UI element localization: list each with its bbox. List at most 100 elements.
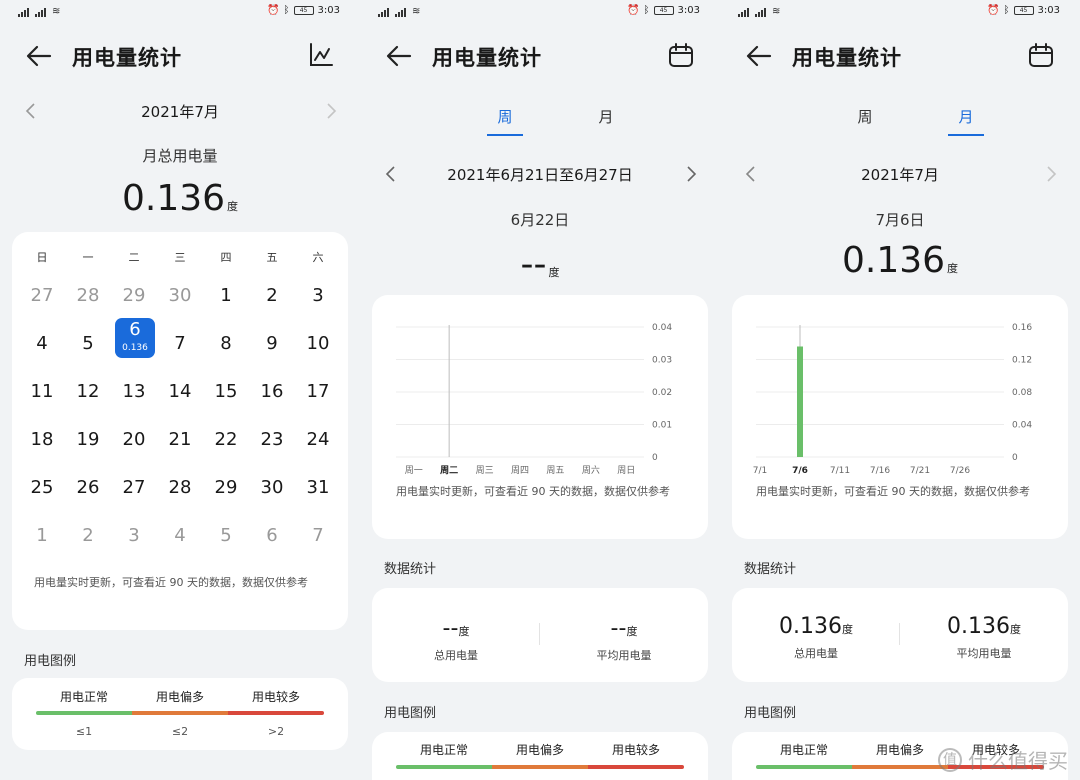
weekly-usage-chart[interactable]: 0 0.01 0.02 0.03 0.04 周一 周二 周三 周四 周五 周六 周日 (372, 295, 708, 485)
calendar-day: 2 (82, 525, 94, 546)
monthly-usage-chart[interactable]: 0 0.04 0.08 0.12 0.16 7/1 7/6 7/11 7/16 7/21 7/26 (732, 295, 1068, 485)
unit-label: 度 (626, 625, 638, 638)
weekday-header: 日一二三四五六 (19, 249, 348, 265)
chart-icon[interactable] (308, 42, 334, 68)
calendar-day[interactable]: 8 (203, 324, 249, 364)
calendar-day[interactable]: 1 (203, 276, 249, 316)
back-arrow-icon[interactable] (386, 44, 412, 68)
alarm-icon: ⏰ (987, 5, 1000, 16)
selected-day-highlight[interactable]: 6 0.136 (115, 318, 155, 358)
calendar-day[interactable]: 2 (249, 276, 295, 316)
calendar-day[interactable]: 13 (111, 372, 157, 412)
legend-swatch-high (852, 765, 948, 769)
page-title: 用电量统计 (432, 46, 542, 70)
calendar-day[interactable]: 23 (249, 420, 295, 460)
unit-label: 度 (1009, 623, 1021, 636)
calendar-day[interactable]: 31 (295, 468, 341, 508)
panel-monthly-view: ≋ ⏰ ᛒ 45 3:03 用电量统计 周 月 2021年7月 7月6日 0.1… (720, 0, 1080, 780)
bluetooth-icon: ᛒ (283, 5, 290, 16)
legend-label-high: 用电偏多 (155, 690, 204, 704)
stats-title: 数据统计 (744, 562, 797, 577)
calendar-day[interactable]: 30 (249, 468, 295, 508)
tab-month[interactable]: 月 (936, 106, 996, 136)
calendar-day[interactable]: 28 (157, 468, 203, 508)
calendar-day[interactable]: 24 (295, 420, 341, 460)
legend-card: 用电正常 用电偏多 用电较多 (372, 732, 708, 780)
y-tick-label: 0.04 (1012, 421, 1032, 431)
stats-row: --度 总用电量 --度 平均用电量 (372, 616, 708, 663)
calendar-day[interactable]: 11 (19, 372, 65, 412)
calendar-day[interactable]: 18 (19, 420, 65, 460)
month-label: 2021年7月 (141, 103, 219, 121)
calendar-icon[interactable] (668, 42, 694, 68)
data-note: 用电量实时更新，可查看近 90 天的数据，数据仅供参考 (756, 485, 1030, 498)
selected-day-usage: 0.136 (122, 343, 148, 353)
calendar-day[interactable]: 10 (295, 324, 341, 364)
calendar-icon[interactable] (1028, 42, 1054, 68)
calendar-day[interactable]: 22 (203, 420, 249, 460)
calendar-day[interactable]: 21 (157, 420, 203, 460)
selected-day-label: 7月6日 (875, 211, 925, 229)
month-navigator: 2021年7月 (720, 163, 1080, 187)
stat-total-label: 总用电量 (794, 647, 838, 660)
legend-label-normal: 用电正常 (59, 690, 108, 704)
calendar-day[interactable]: 15 (203, 372, 249, 412)
weekly-chart-card: 0 0.01 0.02 0.03 0.04 周一 周二 周三 周四 周五 周六 周日 用电量实时更新，… (372, 295, 708, 539)
calendar-day[interactable]: 4 (19, 324, 65, 364)
next-month-arrow-icon[interactable] (324, 102, 338, 120)
calendar-day: 3 (128, 525, 140, 546)
next-week-arrow-icon[interactable] (684, 165, 698, 183)
calendar-day[interactable]: 3 (295, 276, 341, 316)
stats-card: 0.136度 总用电量 0.136度 平均用电量 (732, 588, 1068, 682)
calendar-day[interactable]: 29 (203, 468, 249, 508)
page-title: 用电量统计 (72, 46, 182, 70)
watermark-logo-icon: 值 (938, 747, 962, 772)
watermark: 值 什么值得买 (938, 745, 1068, 774)
legend-label-very-high: 用电较多 (611, 743, 660, 757)
legend-swatch-very-high (228, 711, 324, 715)
calendar-day[interactable]: 17 (295, 372, 341, 412)
calendar-day[interactable]: 5 (65, 324, 111, 364)
calendar-day[interactable]: 7 (157, 324, 203, 364)
legend-color-bar (396, 765, 684, 769)
tab-week[interactable]: 周 (835, 106, 895, 127)
calendar-day[interactable]: 16 (249, 372, 295, 412)
calendar-week-row: 11 12 13 14 15 16 17 (19, 372, 348, 412)
calendar-day-selected[interactable]: 6 0.136 (111, 318, 157, 364)
calendar-day[interactable]: 14 (157, 372, 203, 412)
calendar-day[interactable]: 20 (111, 420, 157, 460)
selected-day-value-wrap: 0.136 度 (720, 240, 1080, 281)
calendar-day: 29 (122, 285, 146, 306)
active-tab-indicator (487, 134, 523, 136)
clock: 3:03 (1037, 5, 1060, 16)
legend-swatch-normal (396, 765, 492, 769)
calendar-day: 30 (168, 285, 192, 306)
battery-icon: 45 (1013, 6, 1034, 15)
calendar-day[interactable]: 27 (111, 468, 157, 508)
title-bar: 用电量统计 (360, 36, 720, 76)
data-note: 用电量实时更新，可查看近 90 天的数据，数据仅供参考 (396, 485, 670, 498)
tab-month[interactable]: 月 (576, 106, 636, 127)
legend-swatch-high (132, 711, 228, 715)
legend-title: 用电图例 (24, 654, 77, 669)
calendar-day[interactable]: 12 (65, 372, 111, 412)
usage-bar[interactable] (797, 346, 803, 458)
period-tabs: 周 月 (720, 106, 1080, 140)
y-tick-label: 0 (1012, 453, 1018, 463)
legend-swatch-normal (756, 765, 852, 769)
stat-average: --度 平均用电量 (540, 616, 708, 663)
calendar-day[interactable]: 9 (249, 324, 295, 364)
back-arrow-icon[interactable] (26, 44, 52, 68)
tab-week[interactable]: 周 (475, 106, 535, 136)
x-tick-label: 7/21 (910, 466, 930, 476)
calendar-day[interactable]: 25 (19, 468, 65, 508)
calendar-day[interactable]: 19 (65, 420, 111, 460)
legend-label-very-high: 用电较多 (251, 690, 300, 704)
y-tick-label: 0.08 (1012, 388, 1032, 398)
back-arrow-icon[interactable] (746, 44, 772, 68)
next-month-arrow-icon[interactable] (1044, 165, 1058, 183)
status-bar: ≋ ⏰ ᛒ 45 3:03 (0, 0, 360, 26)
calendar-day[interactable]: 26 (65, 468, 111, 508)
battery-icon: 45 (653, 6, 674, 15)
calendar-day: 1 (36, 525, 48, 546)
